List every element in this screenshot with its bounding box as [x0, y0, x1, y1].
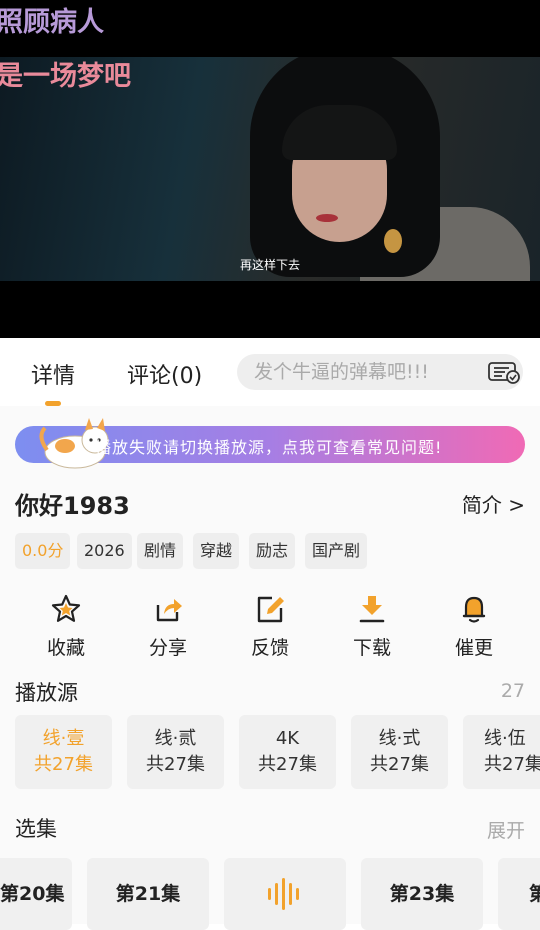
share-icon: [156, 599, 182, 622]
source-episodes: 共27集: [484, 754, 540, 775]
episode-label: 第24集: [529, 883, 540, 905]
source-name: 线·壹: [42, 728, 85, 749]
category-tag: 国产剧: [305, 533, 368, 569]
source-episodes: 共27集: [34, 754, 93, 775]
source-episodes: 共27集: [370, 754, 429, 775]
favorite-label: 收藏: [46, 637, 85, 659]
show-title: 你好1983: [15, 492, 130, 520]
danmaku-input[interactable]: 发个牛逼的弹幕吧!!!: [237, 354, 523, 390]
episode-label: 第23集: [389, 883, 455, 905]
bell-icon: [462, 596, 486, 623]
episode-section-title: 选集: [15, 817, 57, 841]
video-subtitle: 再这样下去: [239, 258, 300, 272]
source-name: 线·贰: [154, 728, 197, 749]
year-tag: 2026: [77, 533, 132, 569]
source-name: 线·伍: [484, 728, 526, 749]
source-item[interactable]: 线·式 共27集: [351, 715, 448, 789]
remind-update-button[interactable]: 催更: [429, 593, 519, 660]
source-name: 4K: [275, 728, 300, 749]
episode-item-playing[interactable]: [224, 858, 346, 930]
danmaku-comment: 是一场梦吧: [0, 61, 131, 92]
download-button[interactable]: 下载: [327, 593, 417, 660]
source-item[interactable]: 线·伍 共27集: [463, 715, 540, 789]
favorite-button[interactable]: 收藏: [21, 593, 111, 660]
detail-content: 播放失败请切换播放源，点我可查看常见问题! 你好1983 简介 > 0.0分 2…: [0, 406, 540, 930]
share-button[interactable]: 分享: [123, 593, 213, 660]
genre-tag: 穿越: [193, 533, 240, 569]
expand-episodes-button[interactable]: 展开: [487, 816, 525, 843]
source-section-title: 播放源: [15, 681, 78, 705]
danmaku-settings-icon[interactable]: [487, 360, 521, 384]
feedback-label: 反馈: [250, 637, 289, 659]
banner-text: 播放失败请切换播放源，点我可查看常见问题!: [95, 438, 443, 457]
episode-item[interactable]: 第24集: [498, 858, 540, 930]
source-item[interactable]: 线·贰 共27集: [127, 715, 224, 789]
playing-bars-icon: [268, 878, 299, 910]
source-name: 线·式: [378, 728, 421, 749]
detail-tabs-bar: 详情 评论(0) 发个牛逼的弹幕吧!!!: [0, 338, 540, 406]
episode-item[interactable]: 第20集: [0, 858, 72, 930]
source-item[interactable]: 4K 共27集: [239, 715, 336, 789]
source-episodes: 共27集: [146, 754, 205, 775]
star-icon: [51, 594, 81, 622]
download-label: 下载: [352, 637, 391, 659]
episode-item[interactable]: 第23集: [361, 858, 483, 930]
tab-details[interactable]: 详情: [31, 358, 75, 390]
episode-label: 第21集: [115, 883, 181, 905]
video-figure-lips: [316, 214, 338, 222]
video-player[interactable]: 再这样下去 照顾病人 是一场梦吧: [0, 0, 540, 338]
feedback-button[interactable]: 反馈: [225, 593, 315, 660]
episode-item[interactable]: 第21集: [87, 858, 209, 930]
intro-link[interactable]: 简介 >: [462, 489, 525, 518]
playback-help-banner[interactable]: 播放失败请切换播放源，点我可查看常见问题!: [15, 418, 525, 469]
danmaku-comment: 照顾病人: [0, 7, 104, 38]
edit-icon: [257, 596, 284, 623]
share-label: 分享: [148, 637, 187, 659]
video-figure-earring: [384, 229, 402, 253]
genre-tag: 剧情: [137, 533, 184, 569]
source-episodes: 共27集: [258, 754, 317, 775]
danmaku-input-placeholder: 发个牛逼的弹幕吧!!!: [254, 361, 429, 383]
source-count: 27: [500, 680, 525, 702]
tab-comments[interactable]: 评论(0): [127, 358, 202, 390]
score-tag: 0.0分: [15, 533, 71, 569]
episode-label: 第20集: [0, 883, 65, 905]
remind-update-label: 催更: [454, 637, 493, 659]
source-item[interactable]: 线·壹 共27集: [15, 715, 112, 789]
genre-tag: 励志: [249, 533, 296, 569]
download-icon: [359, 596, 385, 623]
